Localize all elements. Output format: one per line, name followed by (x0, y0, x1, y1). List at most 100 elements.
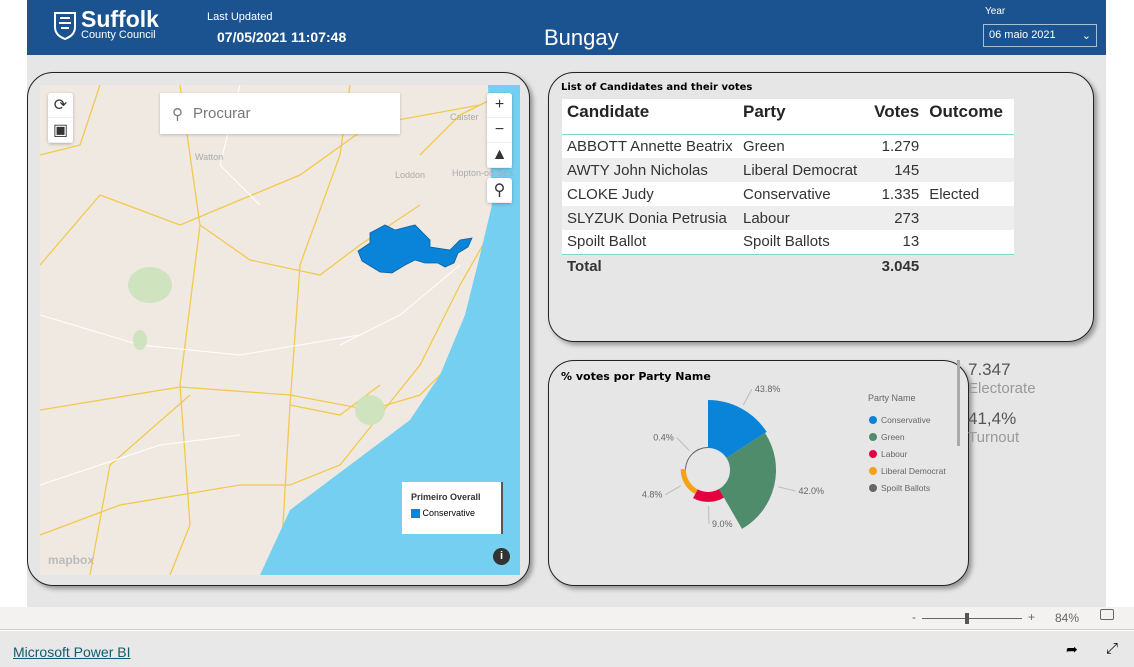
table-cell: 13 (862, 230, 925, 254)
zoom-slider[interactable] (922, 613, 1022, 624)
minor-roads (40, 85, 461, 486)
place-label: Loddon (395, 170, 425, 180)
chevron-down-icon: ⌄ (1081, 30, 1091, 42)
table-title: List of Candidates and their votes (561, 82, 753, 93)
search-placeholder: Procurar (193, 105, 251, 122)
rectangle-select-icon[interactable]: ▣ (48, 118, 73, 143)
column-header[interactable]: Outcome (924, 99, 1015, 135)
party-votes-chart-visual: % votes por Party Name Party Name Conser… (548, 360, 969, 586)
zoom-out-icon[interactable]: − (487, 118, 512, 143)
legend-marker (869, 484, 877, 492)
leader-line (665, 485, 682, 496)
leader-line (676, 437, 690, 451)
legend-item[interactable]: Labour (881, 449, 908, 459)
table-cell: 145 (862, 158, 925, 182)
info-icon[interactable]: i (493, 548, 510, 565)
total-label: Total (562, 253, 738, 278)
zoom-slider-thumb[interactable] (965, 613, 969, 624)
map-zoom-search: ⚲ (487, 178, 512, 203)
table-cell: AWTY John Nicholas (562, 158, 738, 182)
place-label: Caister (450, 112, 479, 122)
candidates-table-visual: List of Candidates and their votes Candi… (548, 72, 1094, 342)
table-cell (924, 230, 1015, 254)
table-row[interactable]: AWTY John Nicholas Liberal Democrat 145 (562, 158, 1015, 182)
zoom-out-button[interactable]: - (912, 610, 916, 624)
year-dropdown[interactable]: 06 maio 2021 ⌄ (983, 24, 1097, 47)
table-cell: Spoilt Ballot (562, 230, 738, 254)
legend-marker (869, 416, 877, 424)
table-cell: Green (738, 134, 863, 158)
turnout-value: 41,4% (968, 409, 1017, 428)
power-bi-link[interactable]: Microsoft Power BI (13, 644, 130, 660)
legend-title: Primeiro Overall (411, 492, 481, 502)
column-header[interactable]: Candidate (562, 99, 738, 135)
table-cell: Labour (738, 206, 863, 230)
electorate-value: 7.347 (968, 360, 1011, 379)
table-row[interactable]: Spoilt Ballot Spoilt Ballots 13 (562, 230, 1015, 254)
table-cell: CLOKE Judy (562, 182, 738, 206)
report-canvas: Watton Loddon Caister Hopton-on-Sea ⟳ ▣ ⚲ Pro… (27, 55, 1106, 607)
slice-liberal-democrat[interactable] (680, 469, 698, 495)
data-label: 0.4% (653, 433, 674, 443)
table-row[interactable]: ABBOTT Annette Beatrix Green 1.279 (562, 134, 1015, 158)
table-cell (924, 206, 1015, 230)
slice-labour[interactable] (693, 489, 724, 502)
kpi-panel: 7.347 Electorate 41,4% Turnout (957, 360, 1036, 446)
compass-icon[interactable]: ▲ (487, 143, 512, 168)
place-label: Watton (195, 152, 223, 162)
data-label: 4.8% (642, 490, 663, 500)
table-cell: Spoilt Ballots (738, 230, 863, 254)
leader-line (777, 486, 796, 492)
woodland (128, 267, 385, 425)
legend-item[interactable]: Conservative (881, 415, 931, 425)
electorate-label: Electorate (968, 380, 1036, 397)
map[interactable]: Watton Loddon Caister Hopton-on-Sea ⟳ ▣ ⚲ Pro… (40, 85, 520, 575)
zoom-in-button[interactable]: + (1028, 610, 1035, 624)
table-row[interactable]: CLOKE Judy Conservative 1.335 Elected (562, 182, 1015, 206)
last-updated-label: Last Updated (207, 11, 273, 23)
legend-item[interactable]: Spoilt Ballots (881, 483, 930, 493)
table-row[interactable]: SLYZUK Donia Petrusia Labour 273 (562, 206, 1015, 230)
turnout-label: Turnout (968, 429, 1020, 446)
last-updated-value: 07/05/2021 11:07:48 (217, 29, 347, 45)
legend-swatch (411, 509, 420, 519)
candidates-table: Candidate Party Votes Outcome ABBOTT Ann… (562, 99, 1015, 278)
data-label: 42.0% (799, 486, 825, 496)
lasso-icon[interactable]: ⟳ (48, 93, 73, 118)
data-label: 43.8% (755, 384, 781, 394)
legend-item[interactable]: Green (881, 432, 905, 442)
table-cell: Elected (924, 182, 1015, 206)
logo-subtitle: County Council (81, 29, 156, 41)
bungay-division-region[interactable] (357, 224, 473, 274)
data-label: 9.0% (712, 519, 733, 529)
zoom-level: 84% (1055, 611, 1080, 625)
leader-line (742, 388, 753, 406)
legend-item: Conservative (422, 508, 476, 518)
map-search-input[interactable]: ⚲ Procurar (160, 93, 400, 134)
report-header: Suffolk County Council Last Updated 07/05… (27, 0, 1106, 55)
share-icon[interactable]: ➦ (1066, 641, 1078, 658)
shield-icon (54, 12, 76, 40)
legend-marker (869, 450, 877, 458)
page-title: Bungay (544, 25, 619, 50)
table-cell: SLYZUK Donia Petrusia (562, 206, 738, 230)
legend-item[interactable]: Liberal Democrat (881, 466, 946, 476)
year-value: 06 maio 2021 (989, 29, 1056, 41)
table-cell: 1.335 (862, 182, 925, 206)
map-zoom-controls: + − ▲ (487, 93, 512, 168)
fit-to-page-icon[interactable] (1100, 609, 1114, 620)
mapbox-logo: mapbox (48, 553, 95, 567)
zoom-in-icon[interactable]: + (487, 93, 512, 118)
table-cell: Conservative (738, 182, 863, 206)
magnifier-icon[interactable]: ⚲ (487, 178, 512, 203)
table-cell (924, 158, 1015, 182)
place-label: Hopton-on-Sea (452, 168, 513, 178)
column-header[interactable]: Votes (862, 99, 925, 135)
column-header[interactable]: Party (738, 99, 863, 135)
legend-title: Party Name (868, 393, 916, 403)
legend-marker (869, 433, 877, 441)
table-cell: 273 (862, 206, 925, 230)
zoom-bar: - + 84% (0, 607, 1134, 630)
expand-icon[interactable]: ⤢ (1106, 640, 1118, 657)
year-label: Year (985, 6, 1006, 17)
